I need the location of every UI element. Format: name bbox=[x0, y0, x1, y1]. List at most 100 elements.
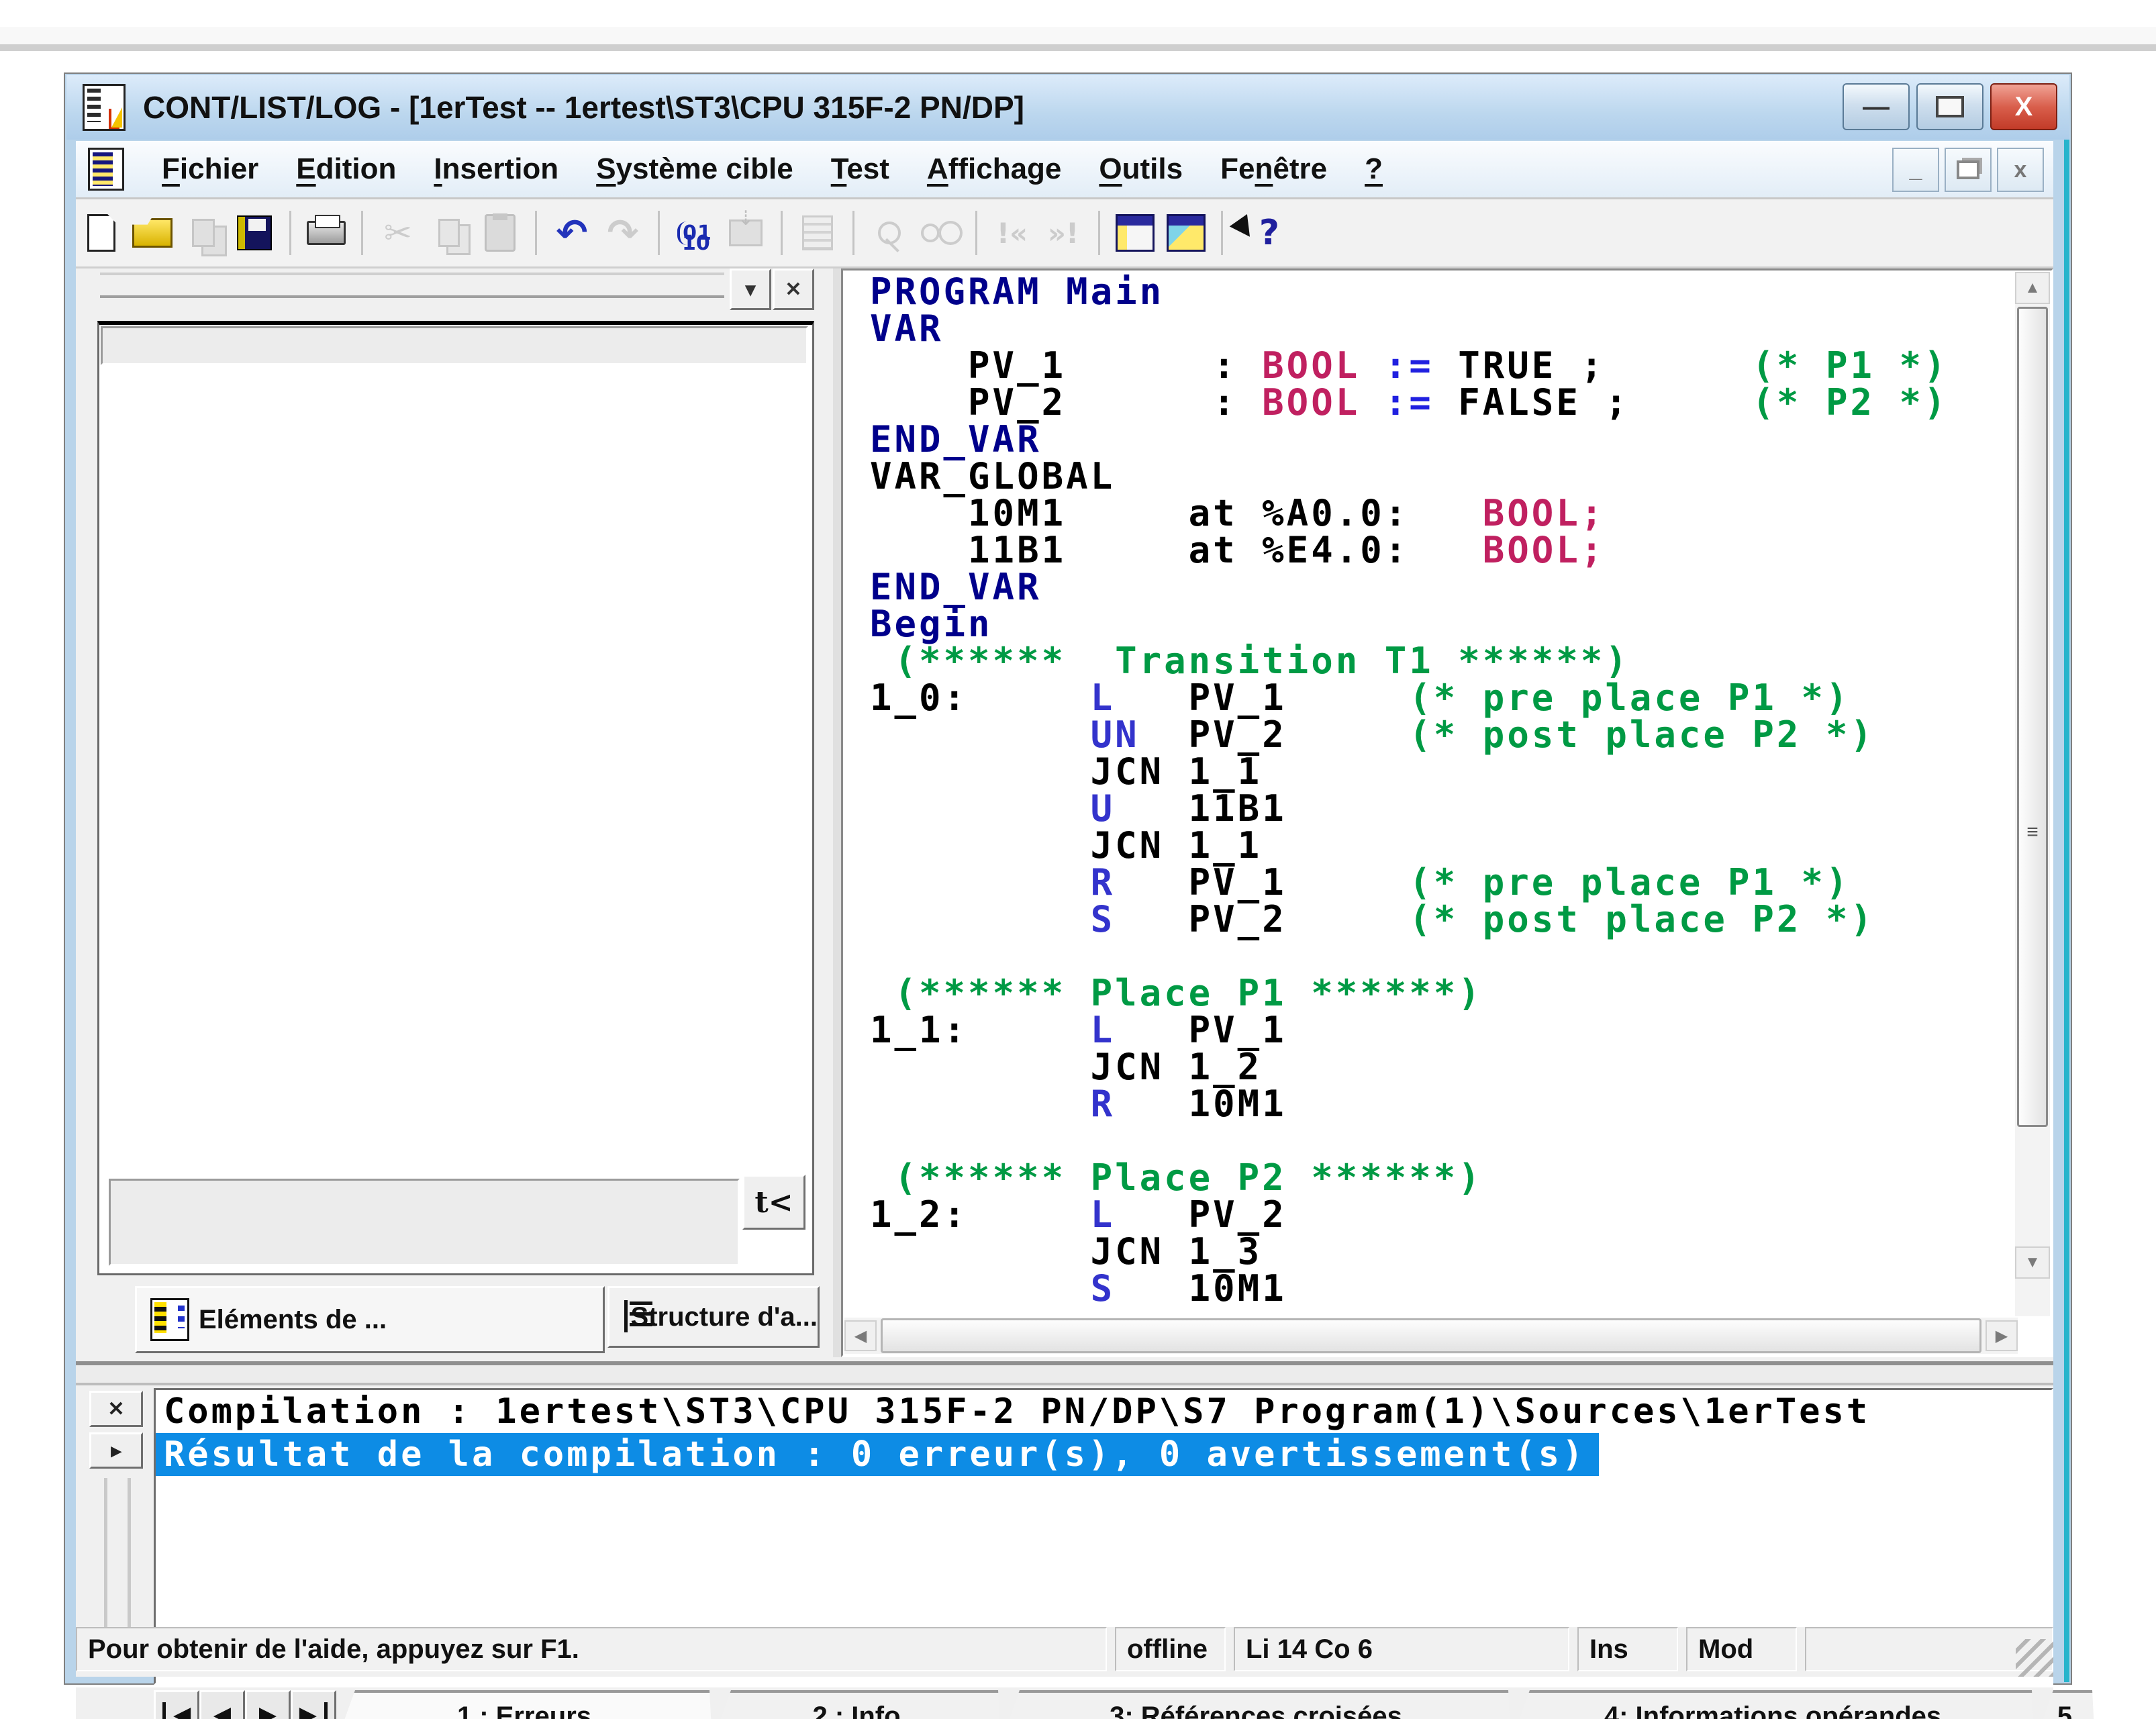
code-line[interactable]: 10M1 at %A0.0: BOOL; bbox=[870, 495, 1984, 532]
download-icon[interactable] bbox=[673, 209, 717, 256]
menu-insertion[interactable]: Insertion bbox=[434, 152, 558, 185]
menu-test[interactable]: Test bbox=[831, 152, 889, 185]
menu-outils[interactable]: Outils bbox=[1099, 152, 1183, 185]
code-line[interactable]: END_VAR bbox=[870, 421, 1984, 458]
code-line[interactable]: S 10M1 bbox=[870, 1270, 1984, 1307]
pane-divider[interactable] bbox=[833, 268, 841, 1357]
horizontal-splitter[interactable] bbox=[76, 1361, 2053, 1385]
code-line[interactable]: PV_1 : BOOL := TRUE ; (* P1 *) bbox=[870, 347, 1984, 384]
window-overview-icon[interactable] bbox=[1113, 209, 1157, 256]
output-tab-bar: ◀◀▶▶ 1 : Erreurs2 : Info3: Références cr… bbox=[76, 1687, 2053, 1719]
code-line[interactable]: VAR_GLOBAL bbox=[870, 458, 1984, 495]
menu-affichage[interactable]: Affichage bbox=[927, 152, 1061, 185]
goto-last-tab-button[interactable]: ▶ bbox=[291, 1690, 336, 1719]
code-line[interactable]: 11B1 at %E4.0: BOOL; bbox=[870, 532, 1984, 569]
jump-label-button[interactable]: t< bbox=[742, 1175, 805, 1230]
menu-fichier[interactable]: Fichier bbox=[162, 152, 258, 185]
tab-structure[interactable]: Structure d'a... bbox=[607, 1286, 820, 1348]
code-line[interactable]: END_VAR bbox=[870, 569, 1984, 605]
program-elements-box: t< bbox=[97, 321, 814, 1275]
print-icon[interactable] bbox=[304, 209, 348, 256]
output-tab-5[interactable]: 5 bbox=[2035, 1690, 2095, 1719]
new-file-icon[interactable] bbox=[79, 209, 124, 256]
tab-elements-label: Eléments de ... bbox=[199, 1305, 387, 1335]
code-line[interactable]: 1_2: L PV_2 bbox=[870, 1196, 1984, 1233]
code-line[interactable]: U 11B1 bbox=[870, 790, 1984, 827]
output-close-button[interactable]: ✕ bbox=[89, 1391, 143, 1427]
mdi-restore-button[interactable] bbox=[1945, 148, 1992, 192]
horizontal-scroll-thumb[interactable] bbox=[881, 1318, 1981, 1353]
panel-close-button[interactable]: ✕ bbox=[773, 268, 814, 310]
panel-dropdown-button[interactable]: ▾ bbox=[730, 268, 771, 310]
code-line[interactable]: JCN 1_1 bbox=[870, 753, 1984, 790]
toolbar-separator bbox=[658, 211, 660, 255]
code-line[interactable]: 1_1: L PV_1 bbox=[870, 1012, 1984, 1048]
goto-first-tab-button[interactable]: ◀ bbox=[154, 1690, 199, 1719]
vertical-scroll-thumb[interactable] bbox=[2017, 307, 2048, 1127]
elements-list[interactable] bbox=[101, 369, 808, 1168]
toolbar-separator bbox=[361, 211, 363, 255]
undo-icon[interactable] bbox=[550, 209, 594, 256]
panel-grip[interactable] bbox=[100, 273, 724, 298]
output-line-selected[interactable]: Résultat de la compilation : 0 erreur(s)… bbox=[156, 1433, 1599, 1476]
code-line[interactable]: JCN 1_1 bbox=[870, 827, 1984, 864]
code-line[interactable]: PROGRAM Main bbox=[870, 273, 1984, 310]
scroll-right-button[interactable]: ▶ bbox=[1986, 1320, 2018, 1351]
assignment-icon bbox=[867, 209, 912, 256]
document-icon[interactable] bbox=[88, 148, 124, 191]
save-icon[interactable] bbox=[232, 209, 277, 256]
code-line[interactable]: R 10M1 bbox=[870, 1085, 1984, 1122]
vertical-scrollbar[interactable]: ▲ ≡ ▼ bbox=[2015, 272, 2050, 1316]
code-line[interactable]: PV_2 : BOOL := FALSE ; (* P2 *) bbox=[870, 384, 1984, 421]
code-line[interactable]: Begin bbox=[870, 605, 1984, 642]
code-line[interactable]: (****** Place P1 ******) bbox=[870, 975, 1984, 1012]
code-line[interactable]: (****** Transition T1 ******) bbox=[870, 642, 1984, 679]
source-code[interactable]: PROGRAM MainVAR PV_1 : BOOL := TRUE ; (*… bbox=[870, 273, 1984, 1307]
output-tab-info[interactable]: 2 : Info bbox=[712, 1690, 1001, 1719]
code-line[interactable]: 1_0: L PV_1 (* pre place P1 *) bbox=[870, 679, 1984, 716]
elements-header bbox=[101, 326, 808, 365]
output-tab-references[interactable]: 3: Références croisées bbox=[1001, 1690, 1511, 1719]
output-tab-erreurs[interactable]: 1 : Erreurs bbox=[336, 1690, 712, 1719]
output-tab-operandes[interactable]: 4: Informations opérandes bbox=[1511, 1690, 2035, 1719]
status-online-state: offline bbox=[1115, 1627, 1226, 1671]
mdi-minimize-button[interactable]: _ bbox=[1892, 148, 1939, 192]
resize-grip[interactable] bbox=[2016, 1639, 2053, 1677]
window-detail-icon[interactable] bbox=[1164, 209, 1208, 256]
open-file-icon[interactable] bbox=[130, 209, 175, 256]
minimize-button[interactable]: — bbox=[1843, 83, 1910, 130]
code-line[interactable] bbox=[870, 1122, 1984, 1159]
code-line[interactable] bbox=[870, 938, 1984, 975]
code-line[interactable]: JCN 1_2 bbox=[870, 1048, 1984, 1085]
close-button[interactable]: X bbox=[1990, 83, 2057, 130]
menu-aide[interactable]: ? bbox=[1365, 152, 1383, 185]
menu-systeme-cible[interactable]: Système cible bbox=[596, 152, 793, 185]
menu-fenetre[interactable]: Fenêtre bbox=[1220, 152, 1327, 185]
goto-prev-tab-button[interactable]: ◀ bbox=[199, 1690, 245, 1719]
context-help-icon[interactable] bbox=[1236, 209, 1280, 256]
output-line[interactable]: Compilation : 1ertest\ST3\CPU 315F-2 PN/… bbox=[156, 1390, 2051, 1433]
title-bar[interactable]: CONT/LIST/LOG - [1erTest -- 1ertest\ST3\… bbox=[66, 75, 2069, 140]
code-editor[interactable]: PROGRAM MainVAR PV_1 : BOOL := TRUE ; (*… bbox=[841, 268, 2053, 1357]
menu-edition[interactable]: Edition bbox=[296, 152, 396, 185]
toolbar-separator bbox=[975, 211, 977, 255]
maximize-icon bbox=[1936, 96, 1964, 117]
code-line[interactable]: R PV_1 (* pre place P1 *) bbox=[870, 864, 1984, 901]
scroll-up-button[interactable]: ▲ bbox=[2015, 272, 2050, 304]
code-line[interactable]: JCN 1_3 bbox=[870, 1233, 1984, 1270]
horizontal-scrollbar[interactable]: ◀ ▶ bbox=[844, 1318, 2018, 1354]
code-line[interactable]: VAR bbox=[870, 310, 1984, 347]
goto-next-tab-button[interactable]: ▶ bbox=[245, 1690, 291, 1719]
scroll-down-button[interactable]: ▼ bbox=[2015, 1246, 2050, 1279]
tab-elements[interactable]: Eléments de ... bbox=[135, 1286, 605, 1353]
mdi-close-button[interactable]: x bbox=[1997, 148, 2044, 192]
redo-icon bbox=[601, 209, 645, 256]
scroll-left-button[interactable]: ◀ bbox=[844, 1320, 877, 1351]
maximize-button[interactable] bbox=[1916, 83, 1983, 130]
code-line[interactable]: UN PV_2 (* post place P2 *) bbox=[870, 716, 1984, 753]
status-bar: Pour obtenir de l'aide, appuyez sur F1. … bbox=[76, 1627, 2053, 1677]
window-client-area: Fichier Edition Insertion Système cible Test… bbox=[76, 141, 2053, 1677]
code-line[interactable]: S PV_2 (* post place P2 *) bbox=[870, 901, 1984, 938]
code-line[interactable]: (****** Place P2 ******) bbox=[870, 1159, 1984, 1196]
output-detach-button[interactable]: ▸ bbox=[89, 1432, 143, 1469]
